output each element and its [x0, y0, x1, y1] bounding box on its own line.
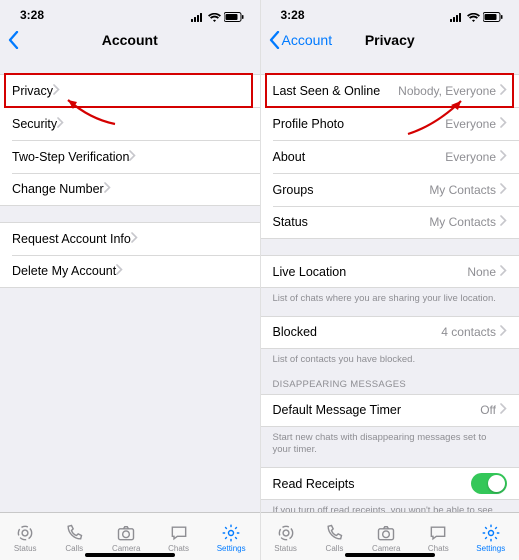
- row-label: Privacy: [12, 84, 53, 98]
- row-label: Change Number: [12, 182, 104, 196]
- footer-text: If you turn off read receipts, you won't…: [261, 500, 519, 512]
- tab-bar: Status Calls Camera Chats Settings: [261, 512, 519, 560]
- account-screen: 3:28 Account Privacy Security Two-Step V…: [0, 0, 260, 560]
- back-button[interactable]: [8, 31, 21, 49]
- footer-text: List of contacts you have blocked.: [261, 349, 519, 367]
- row-read-receipts: Read Receipts: [261, 467, 519, 500]
- row-security[interactable]: Security: [0, 107, 260, 140]
- chevron-right-icon: [129, 150, 136, 164]
- footer-text: Start new chats with disappearing messag…: [261, 427, 519, 458]
- row-status[interactable]: Status My Contacts: [261, 206, 519, 239]
- row-value: Everyone: [445, 117, 496, 131]
- row-last-seen[interactable]: Last Seen & Online Nobody, Everyone: [261, 74, 519, 107]
- row-label: Live Location: [273, 265, 347, 279]
- tab-label: Settings: [217, 544, 246, 553]
- row-label: Two-Step Verification: [12, 150, 129, 164]
- tab-chats[interactable]: Chats: [168, 523, 189, 553]
- row-label: Last Seen & Online: [273, 84, 381, 98]
- row-value: Off: [480, 403, 496, 417]
- chevron-right-icon: [500, 183, 507, 197]
- row-change-number[interactable]: Change Number: [0, 173, 260, 206]
- row-value: My Contacts: [429, 183, 496, 197]
- tab-calls[interactable]: Calls: [64, 523, 84, 553]
- tab-settings[interactable]: Settings: [217, 523, 246, 553]
- row-value: None: [467, 265, 496, 279]
- content: Privacy Security Two-Step Verification C…: [0, 58, 260, 512]
- chevron-right-icon: [131, 232, 138, 246]
- chevron-right-icon: [500, 403, 507, 417]
- row-request-info[interactable]: Request Account Info: [0, 222, 260, 255]
- row-label: Blocked: [273, 325, 317, 339]
- row-two-step[interactable]: Two-Step Verification: [0, 140, 260, 173]
- tab-label: Calls: [65, 544, 83, 553]
- chevron-right-icon: [500, 325, 507, 339]
- chevron-right-icon: [57, 117, 64, 131]
- row-label: About: [273, 150, 306, 164]
- row-label: Profile Photo: [273, 117, 345, 131]
- tab-label: Chats: [168, 544, 189, 553]
- row-label: Delete My Account: [12, 264, 116, 278]
- status-bar: 3:28: [261, 0, 519, 22]
- section-header: DISAPPEARING MESSAGES: [261, 367, 519, 394]
- row-live-location[interactable]: Live Location None: [261, 255, 519, 288]
- chevron-right-icon: [500, 215, 507, 229]
- home-indicator: [345, 553, 435, 557]
- tab-label: Camera: [372, 544, 400, 553]
- tab-label: Settings: [476, 544, 505, 553]
- row-label: Security: [12, 117, 57, 131]
- row-privacy[interactable]: Privacy: [0, 74, 260, 107]
- row-default-timer[interactable]: Default Message Timer Off: [261, 394, 519, 427]
- row-label: Status: [273, 215, 308, 229]
- status-icons: [191, 12, 244, 22]
- read-receipts-toggle[interactable]: [471, 473, 507, 494]
- row-value: My Contacts: [429, 215, 496, 229]
- tab-settings[interactable]: Settings: [476, 523, 505, 553]
- chevron-right-icon: [500, 84, 507, 98]
- tab-label: Calls: [326, 544, 344, 553]
- row-value: Nobody, Everyone: [398, 84, 496, 98]
- status-time: 3:28: [20, 8, 44, 22]
- chevron-right-icon: [500, 117, 507, 131]
- status-bar: 3:28: [0, 0, 260, 22]
- tab-calls[interactable]: Calls: [324, 523, 344, 553]
- row-blocked[interactable]: Blocked 4 contacts: [261, 316, 519, 349]
- tab-label: Camera: [112, 544, 140, 553]
- privacy-screen: 3:28 Account Privacy Last Seen & Online N…: [260, 0, 519, 560]
- chevron-right-icon: [500, 150, 507, 164]
- chevron-right-icon: [53, 84, 60, 98]
- chevron-right-icon: [500, 265, 507, 279]
- tab-status[interactable]: Status: [274, 523, 297, 553]
- status-icons: [450, 12, 503, 22]
- tab-label: Status: [274, 544, 297, 553]
- tab-status[interactable]: Status: [14, 523, 37, 553]
- row-groups[interactable]: Groups My Contacts: [261, 173, 519, 206]
- row-value: Everyone: [445, 150, 496, 164]
- tab-label: Status: [14, 544, 37, 553]
- row-label: Groups: [273, 183, 314, 197]
- chevron-right-icon: [116, 264, 123, 278]
- page-title: Account: [0, 32, 260, 48]
- tab-chats[interactable]: Chats: [428, 523, 449, 553]
- home-indicator: [85, 553, 175, 557]
- row-label: Request Account Info: [12, 232, 131, 246]
- tab-camera[interactable]: Camera: [112, 523, 140, 553]
- tab-camera[interactable]: Camera: [372, 523, 400, 553]
- tab-label: Chats: [428, 544, 449, 553]
- nav-bar: Account: [0, 22, 260, 58]
- tab-bar: Status Calls Camera Chats Settings: [0, 512, 260, 560]
- status-time: 3:28: [281, 8, 305, 22]
- back-label: Account: [282, 32, 333, 48]
- content: Last Seen & Online Nobody, Everyone Profi…: [261, 58, 519, 512]
- row-about[interactable]: About Everyone: [261, 140, 519, 173]
- row-delete-account[interactable]: Delete My Account: [0, 255, 260, 288]
- footer-text: List of chats where you are sharing your…: [261, 288, 519, 306]
- row-value: 4 contacts: [441, 325, 496, 339]
- chevron-right-icon: [104, 182, 111, 196]
- row-label: Default Message Timer: [273, 403, 402, 417]
- row-label: Read Receipts: [273, 477, 355, 491]
- back-button[interactable]: Account: [269, 31, 333, 49]
- nav-bar: Account Privacy: [261, 22, 519, 58]
- row-profile-photo[interactable]: Profile Photo Everyone: [261, 107, 519, 140]
